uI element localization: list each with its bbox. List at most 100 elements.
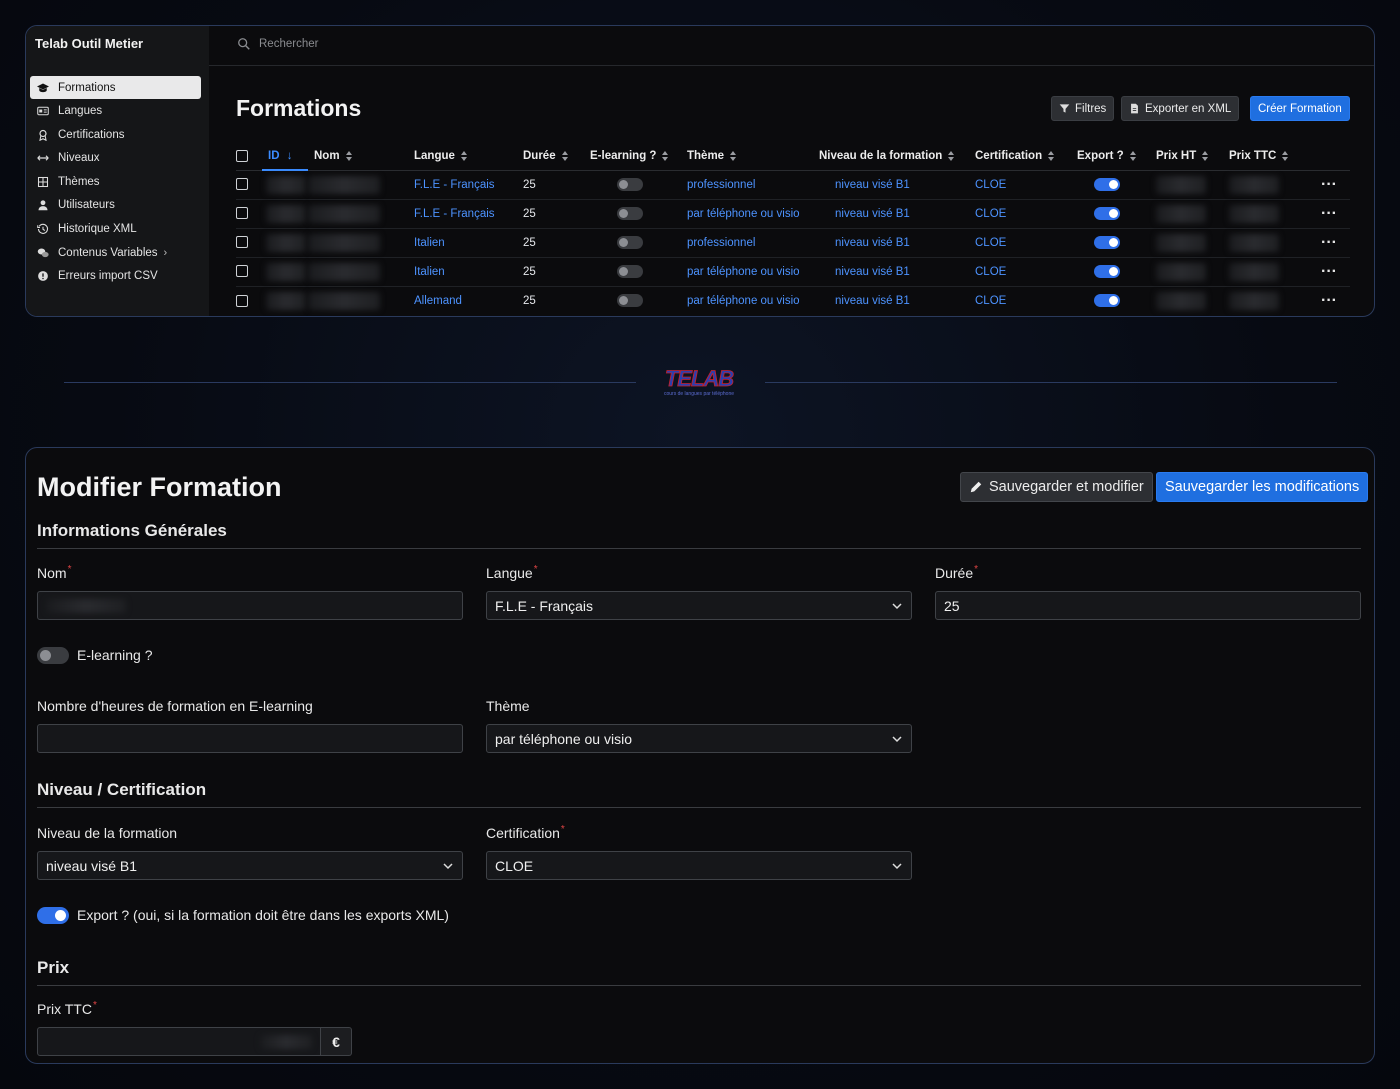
certification-link[interactable]: CLOE — [975, 295, 1006, 307]
more-actions-icon[interactable]: ··· — [1321, 176, 1337, 193]
langue-link[interactable]: F.L.E - Français — [414, 179, 495, 191]
table-row[interactable]: F.L.E - Français 25 professionnel niveau vi… — [236, 170, 1350, 200]
export-switch[interactable] — [1094, 294, 1120, 308]
duree-field[interactable]: 25 — [935, 591, 1361, 620]
theme-cell[interactable]: professionnel — [687, 228, 819, 258]
niveau-cell[interactable]: niveau visé B1 — [819, 257, 975, 287]
theme-cell[interactable]: par téléphone ou visio — [687, 199, 819, 229]
column-header-certification[interactable]: Certification — [975, 142, 1077, 171]
column-header-id[interactable]: ID ↓ — [262, 142, 308, 171]
theme-cell[interactable]: par téléphone ou visio — [687, 257, 819, 287]
column-header-niveau[interactable]: Niveau de la formation — [819, 142, 975, 171]
elearning-switch[interactable] — [617, 207, 643, 220]
langue-cell[interactable]: F.L.E - Français — [408, 199, 523, 229]
create-formation-button[interactable]: Créer Formation — [1250, 96, 1350, 121]
niveau-link[interactable]: niveau visé B1 — [835, 295, 910, 307]
langue-link[interactable]: Italien — [414, 266, 445, 278]
certification-link[interactable]: CLOE — [975, 179, 1006, 191]
export-toggle[interactable] — [37, 907, 69, 924]
langue-cell[interactable]: Allemand — [408, 286, 523, 315]
niveau-cell[interactable]: niveau visé B1 — [819, 170, 975, 200]
sidebar-item-certifications[interactable]: Certifications — [30, 123, 201, 146]
elearning-switch[interactable] — [617, 178, 643, 191]
theme-cell[interactable]: professionnel — [687, 170, 819, 200]
langue-cell[interactable]: F.L.E - Français — [408, 170, 523, 200]
niveau-cell[interactable]: niveau visé B1 — [819, 228, 975, 258]
theme-link[interactable]: par téléphone ou visio — [687, 295, 800, 307]
row-checkbox[interactable] — [236, 265, 248, 278]
certification-link[interactable]: CLOE — [975, 237, 1006, 249]
sidebar-item-erreurs-import-csv[interactable]: Erreurs import CSV — [30, 265, 201, 288]
theme-link[interactable]: professionnel — [687, 179, 755, 191]
table-row[interactable]: F.L.E - Français 25 par téléphone ou visio… — [236, 199, 1350, 229]
export-switch[interactable] — [1094, 178, 1120, 191]
more-actions-icon[interactable]: ··· — [1321, 292, 1337, 309]
filters-button[interactable]: Filtres — [1051, 96, 1115, 121]
niveau-link[interactable]: niveau visé B1 — [835, 237, 910, 249]
niveau-link[interactable]: niveau visé B1 — [835, 179, 910, 191]
heures-elearning-field[interactable] — [37, 724, 463, 753]
langue-link[interactable]: Allemand — [414, 295, 462, 307]
sidebar-item-niveaux[interactable]: Niveaux — [30, 147, 201, 170]
column-header-nom[interactable]: Nom — [308, 142, 408, 171]
export-switch[interactable] — [1094, 207, 1120, 220]
search-input[interactable] — [259, 33, 659, 55]
row-checkbox[interactable] — [236, 294, 248, 307]
certification-link[interactable]: CLOE — [975, 266, 1006, 278]
table-row[interactable]: Italien 25 par téléphone ou visio niveau vi… — [236, 257, 1350, 287]
export-xml-button[interactable]: Exporter en XML — [1121, 96, 1240, 121]
theme-cell[interactable]: par téléphone ou visio — [687, 286, 819, 315]
table-row[interactable]: Italien 25 professionnel niveau visé B1 CLOE… — [236, 228, 1350, 258]
certification-select[interactable]: CLOE — [486, 851, 912, 880]
langue-link[interactable]: Italien — [414, 237, 445, 249]
sidebar-item-langues[interactable]: Langues — [30, 100, 201, 123]
sidebar-item-utilisateurs[interactable]: Utilisateurs — [30, 194, 201, 217]
theme-link[interactable]: professionnel — [687, 237, 755, 249]
nom-field[interactable] — [37, 591, 463, 620]
elearning-toggle[interactable] — [37, 647, 69, 664]
theme-select[interactable]: par téléphone ou visio — [486, 724, 912, 753]
column-header-theme[interactable]: Thème — [687, 142, 819, 171]
elearning-switch[interactable] — [617, 265, 643, 278]
save-and-edit-button[interactable]: Sauvegarder et modifier — [960, 472, 1153, 502]
langue-select[interactable]: F.L.E - Français — [486, 591, 912, 620]
select-all-checkbox[interactable] — [236, 149, 248, 162]
sidebar-item-contenus-variables[interactable]: Contenus Variables › — [30, 241, 201, 264]
column-header-langue[interactable]: Langue — [408, 142, 523, 171]
niveau-link[interactable]: niveau visé B1 — [835, 266, 910, 278]
elearning-switch[interactable] — [617, 294, 643, 308]
save-changes-button[interactable]: Sauvegarder les modifications — [1156, 472, 1369, 502]
niveau-link[interactable]: niveau visé B1 — [835, 208, 910, 220]
langue-cell[interactable]: Italien — [408, 257, 523, 287]
row-checkbox[interactable] — [236, 178, 248, 191]
column-header-prix-ht[interactable]: Prix HT — [1156, 142, 1229, 171]
column-header-export[interactable]: Export ? — [1077, 142, 1156, 171]
langue-cell[interactable]: Italien — [408, 228, 523, 258]
more-actions-icon[interactable]: ··· — [1321, 205, 1337, 222]
certification-cell[interactable]: CLOE — [975, 199, 1077, 229]
theme-link[interactable]: par téléphone ou visio — [687, 266, 800, 278]
more-actions-icon[interactable]: ··· — [1321, 263, 1337, 280]
certification-link[interactable]: CLOE — [975, 208, 1006, 220]
certification-cell[interactable]: CLOE — [975, 286, 1077, 315]
certification-cell[interactable]: CLOE — [975, 228, 1077, 258]
column-header-elearning[interactable]: E-learning ? — [590, 142, 687, 171]
niveau-select[interactable]: niveau visé B1 — [37, 851, 463, 880]
row-checkbox[interactable] — [236, 207, 248, 220]
sidebar-item-formations[interactable]: Formations — [30, 76, 201, 99]
certification-cell[interactable]: CLOE — [975, 170, 1077, 200]
column-header-duree[interactable]: Durée — [523, 142, 590, 171]
table-row[interactable]: Allemand 25 par téléphone ou visio niveau v… — [236, 286, 1350, 315]
niveau-cell[interactable]: niveau visé B1 — [819, 199, 975, 229]
prix-ttc-field[interactable] — [37, 1027, 321, 1056]
export-switch[interactable] — [1094, 236, 1120, 249]
column-header-prix-ttc[interactable]: Prix TTC — [1229, 142, 1299, 171]
niveau-cell[interactable]: niveau visé B1 — [819, 286, 975, 315]
langue-link[interactable]: F.L.E - Français — [414, 208, 495, 220]
theme-link[interactable]: par téléphone ou visio — [687, 208, 800, 220]
more-actions-icon[interactable]: ··· — [1321, 234, 1337, 251]
sidebar-item-themes[interactable]: Thèmes — [30, 170, 201, 193]
row-checkbox[interactable] — [236, 236, 248, 249]
sidebar-item-historique-xml[interactable]: Historique XML — [30, 218, 201, 241]
export-switch[interactable] — [1094, 265, 1120, 278]
